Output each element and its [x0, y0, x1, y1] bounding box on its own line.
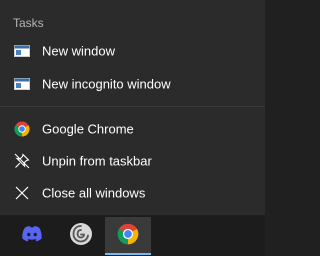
new-incognito-window-label: New incognito window [42, 76, 171, 92]
window-icon [13, 75, 31, 93]
app-icon [69, 222, 93, 251]
chrome-icon [13, 120, 31, 138]
close-icon [13, 184, 31, 202]
taskbar [0, 215, 265, 256]
google-chrome-item[interactable]: Google Chrome [0, 113, 265, 145]
taskbar-chrome-button[interactable] [105, 217, 151, 255]
new-window-item[interactable]: New window [0, 35, 265, 67]
taskbar-discord-button[interactable] [9, 217, 55, 255]
google-chrome-label: Google Chrome [42, 121, 134, 137]
close-all-windows-label: Close all windows [42, 185, 146, 201]
taskbar-app-button[interactable] [58, 217, 104, 255]
unpin-label: Unpin from taskbar [42, 153, 152, 169]
tasks-header: Tasks [13, 16, 44, 30]
jump-list: Tasks New window New incognito window Go… [0, 0, 265, 215]
divider [0, 106, 265, 107]
discord-icon [21, 225, 43, 248]
chrome-icon [117, 223, 139, 250]
unpin-icon [13, 152, 31, 170]
unpin-from-taskbar-item[interactable]: Unpin from taskbar [0, 145, 265, 177]
window-icon [13, 42, 31, 60]
new-window-label: New window [42, 43, 115, 59]
new-incognito-window-item[interactable]: New incognito window [0, 68, 265, 100]
close-all-windows-item[interactable]: Close all windows [0, 177, 265, 209]
